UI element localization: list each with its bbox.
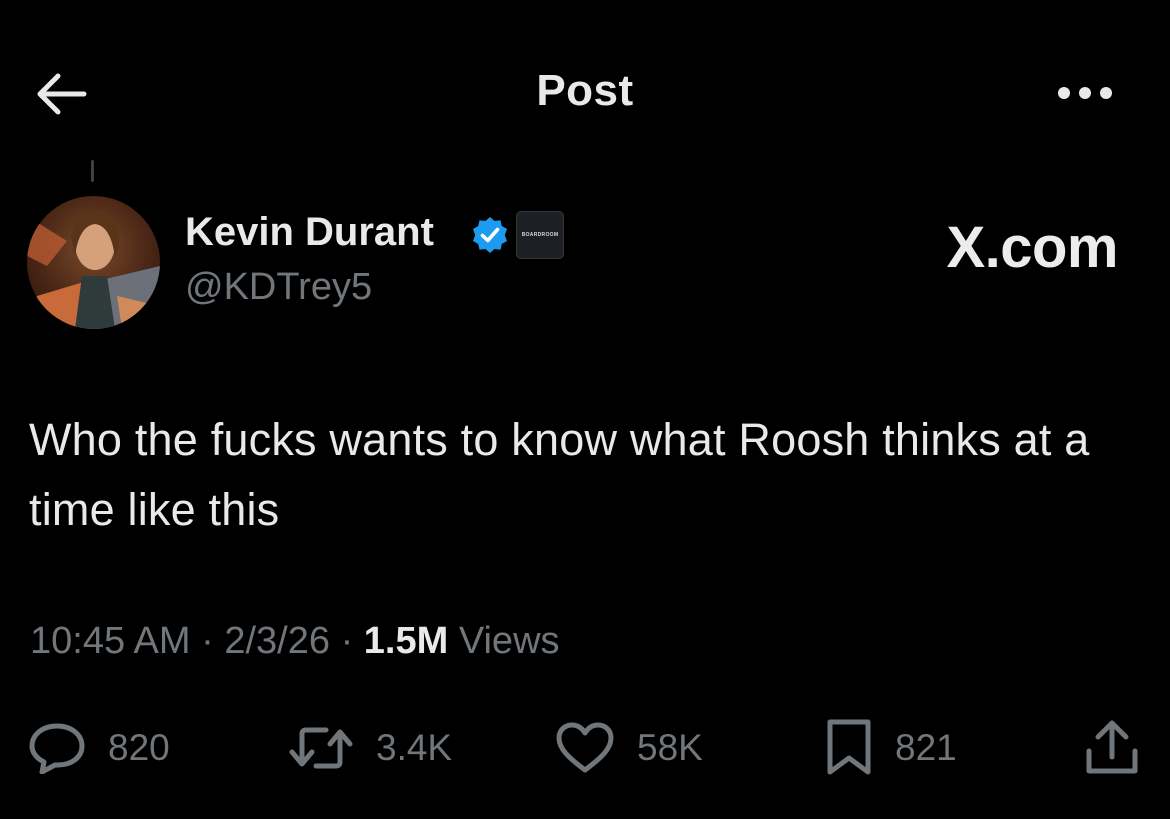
thread-connector-line [91,160,94,182]
author-avatar[interactable] [27,196,160,329]
post-text: Who the fucks wants to know what Roosh t… [29,414,1090,535]
like-button[interactable]: 58K [555,718,703,778]
more-options-button[interactable] [1052,78,1118,108]
ellipsis-icon [1058,87,1112,99]
reply-button[interactable]: 820 [28,718,170,778]
bookmark-count: 821 [895,727,957,768]
author-handle[interactable]: @KDTrey5 [185,266,372,309]
post-time[interactable]: 10:45 AM [30,620,191,662]
site-watermark: X.com [946,215,1118,280]
post-meta: 10:45 AM · 2/3/26 · 1.5M Views [30,620,560,663]
meta-separator: · [340,620,354,662]
views-count: 1.5M [363,620,449,662]
bookmark-icon [827,719,871,775]
repost-count: 3.4K [376,727,453,768]
bookmark-button[interactable]: 821 [825,718,957,778]
share-icon [1086,720,1138,774]
page-title: Post [536,66,634,115]
repost-icon [289,727,353,769]
affiliate-badge[interactable]: BOARDROOM [516,211,564,259]
share-button[interactable] [1084,718,1140,778]
heart-icon [556,722,614,773]
meta-separator: · [201,620,214,662]
reply-count: 820 [108,727,170,768]
views-label: Views [458,620,560,662]
reply-icon [29,723,85,774]
like-count: 58K [637,727,703,768]
post-date[interactable]: 2/3/26 [224,620,330,662]
affiliate-badge-label: BOARDROOM [521,232,559,238]
repost-button[interactable]: 3.4K [288,718,452,778]
author-name[interactable]: Kevin Durant [185,210,434,255]
verified-badge-icon [473,217,507,253]
